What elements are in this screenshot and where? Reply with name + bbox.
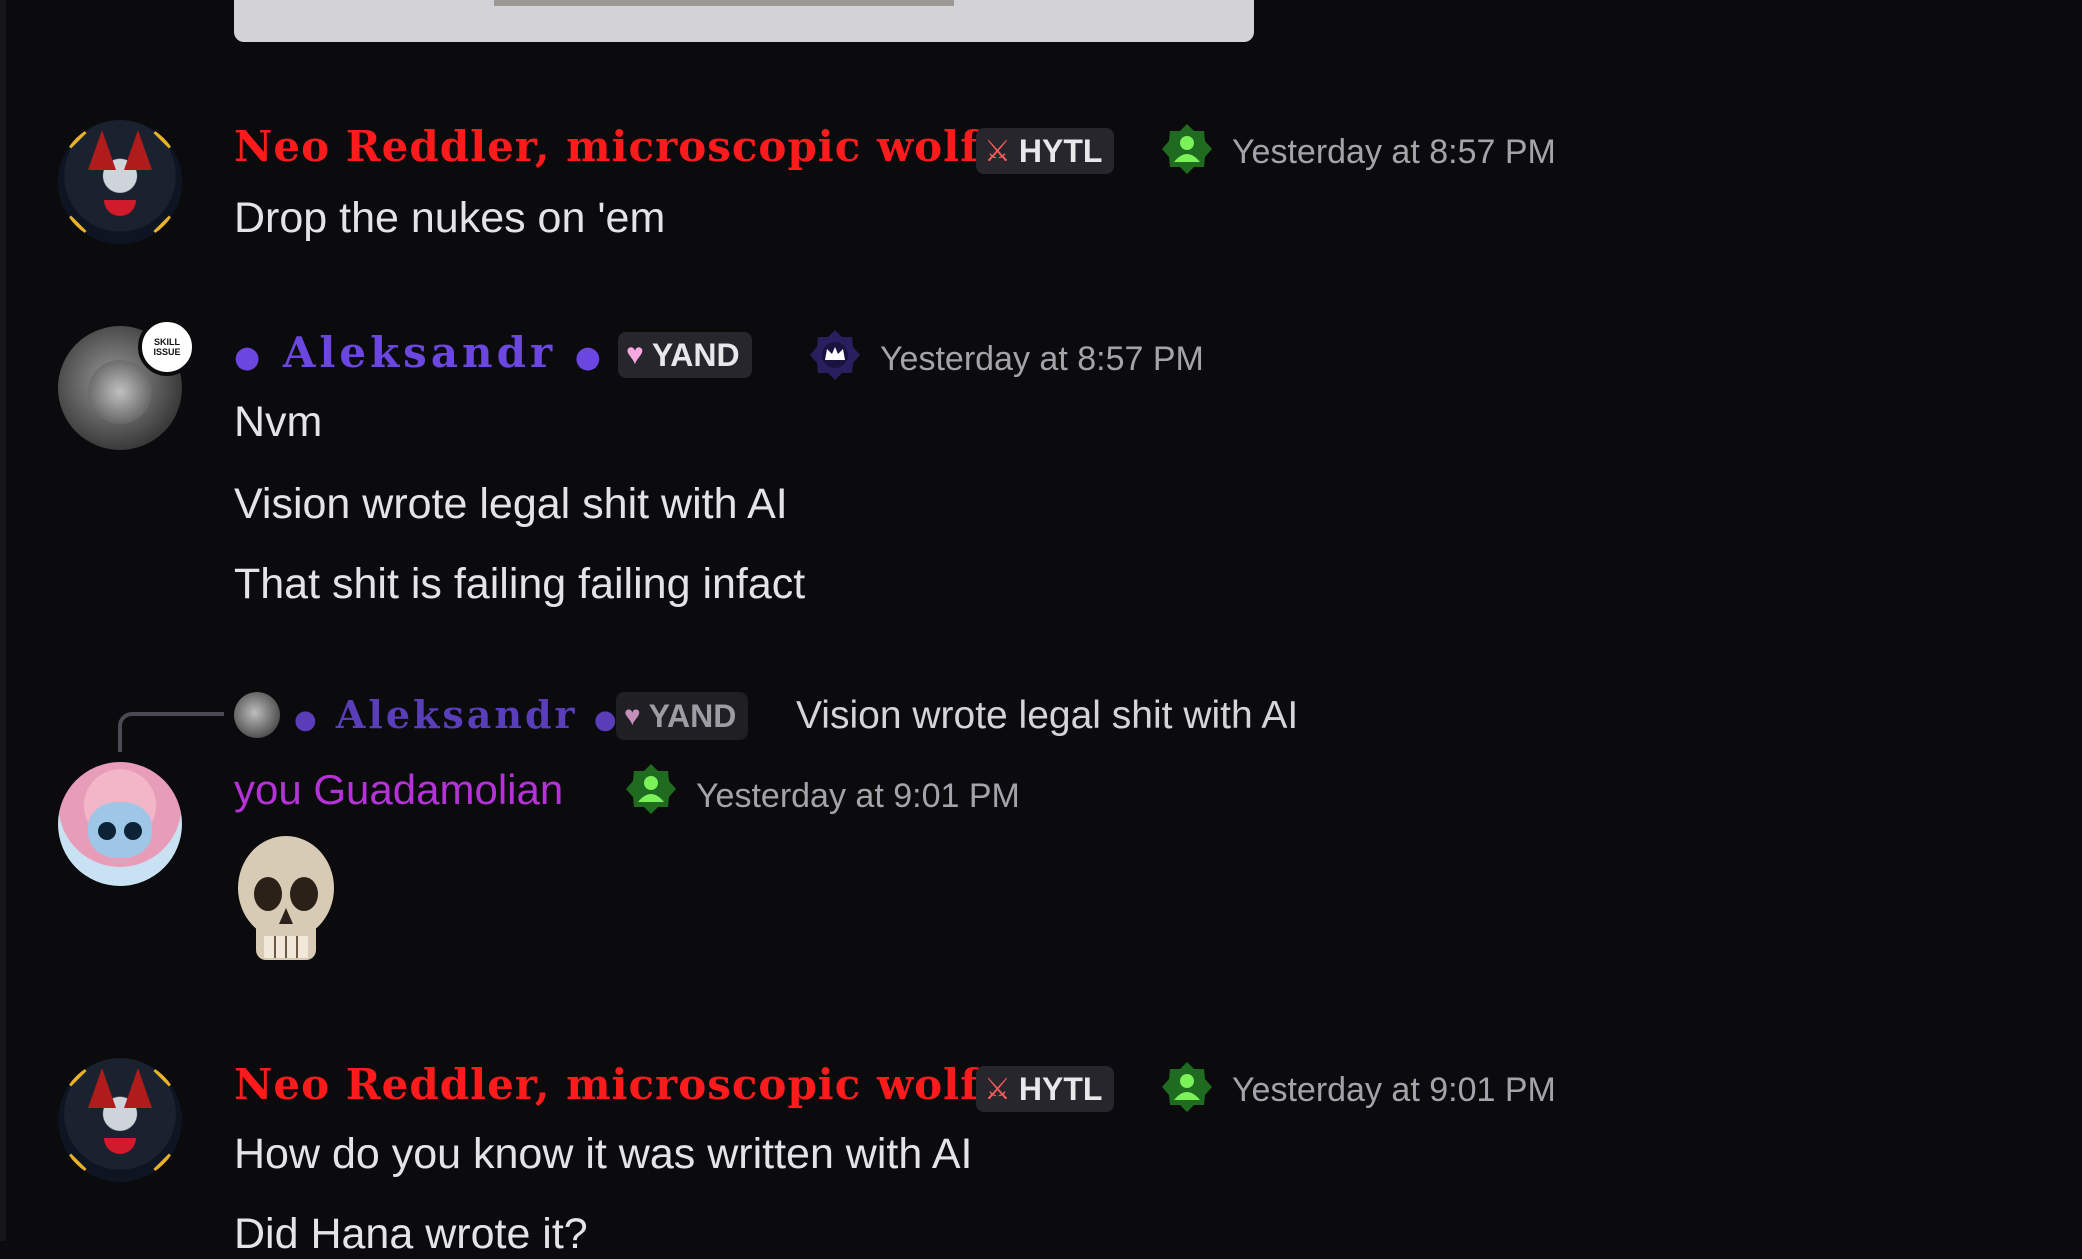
reply-guild-tag-label: YAND — [648, 697, 737, 734]
username[interactable]: ● Aleksandr ● — [234, 328, 605, 377]
message-text: Vision wrote legal shit with AI — [234, 480, 788, 528]
guild-tag-label: HYTL — [1018, 132, 1103, 169]
skull-emoji — [238, 836, 334, 960]
guild-tag[interactable]: ⚔ HYTL — [976, 1066, 1115, 1112]
bullet-icon: ● — [234, 340, 265, 375]
avatar[interactable] — [58, 1058, 182, 1182]
guild-tag-label: YAND — [651, 336, 740, 373]
message-text: Did Hana wrote it? — [234, 1210, 588, 1258]
reply-guild-tag[interactable]: ♥ YAND — [616, 692, 749, 740]
reply-username-text: Aleksandr — [335, 692, 578, 737]
reply-avatar[interactable] — [234, 692, 280, 738]
guild-tag-label: HYTL — [1018, 1070, 1103, 1107]
message-text: That shit is failing failing infact — [234, 560, 806, 608]
message-text: How do you know it was written with AI — [234, 1130, 973, 1178]
sword-icon: ⚔ — [984, 1072, 1011, 1106]
crown-icon[interactable] — [808, 328, 862, 382]
message-text: Drop the nukes on 'em — [234, 194, 666, 242]
green-person-icon[interactable] — [624, 762, 678, 816]
heart-icon: ♥ — [624, 700, 641, 731]
username-text: Aleksandr — [282, 328, 557, 377]
timestamp[interactable]: Yesterday at 9:01 PM — [696, 777, 1020, 816]
heart-icon: ♥ — [626, 338, 644, 371]
avatar[interactable] — [58, 120, 182, 244]
timestamp[interactable]: Yesterday at 8:57 PM — [880, 340, 1204, 379]
message-text: Nvm — [234, 398, 323, 446]
reply-connector — [118, 712, 224, 752]
username[interactable]: Neo Reddler, microscopic wolf — [234, 122, 979, 171]
guild-tag[interactable]: ♥ YAND — [618, 332, 752, 378]
username[interactable]: you Guadamolian — [234, 766, 563, 814]
timestamp[interactable]: Yesterday at 8:57 PM — [1232, 133, 1556, 172]
image-embed[interactable] — [234, 0, 1254, 42]
guild-tag[interactable]: ⚔ HYTL — [976, 128, 1115, 174]
username[interactable]: Neo Reddler, microscopic wolf — [234, 1060, 979, 1109]
channel-edge — [0, 0, 6, 1241]
green-person-icon[interactable] — [1160, 1060, 1214, 1114]
reply-username[interactable]: ● Aleksandr ● — [294, 692, 620, 737]
timestamp[interactable]: Yesterday at 9:01 PM — [1232, 1071, 1556, 1110]
skill-issue-badge: SKILL ISSUE — [138, 318, 196, 376]
sword-icon: ⚔ — [984, 134, 1011, 168]
bullet-icon: ● — [294, 705, 320, 735]
bullet-icon: ● — [574, 340, 605, 375]
green-person-icon[interactable] — [1160, 122, 1214, 176]
avatar[interactable] — [58, 762, 182, 886]
reply-preview-text[interactable]: Vision wrote legal shit with AI — [796, 694, 1298, 738]
